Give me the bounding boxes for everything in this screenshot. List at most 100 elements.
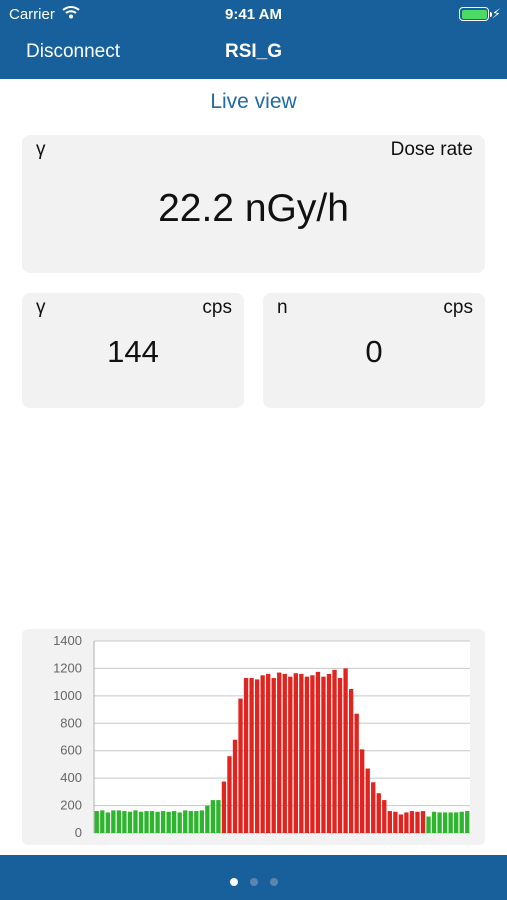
bar — [398, 814, 404, 833]
bar — [332, 669, 337, 833]
neutron-label: n — [277, 297, 288, 318]
bar — [111, 810, 116, 833]
bar — [243, 678, 249, 833]
page-dot[interactable] — [229, 878, 238, 886]
bar — [127, 811, 133, 833]
bar — [315, 671, 321, 833]
y-tick-label: 1400 — [53, 633, 82, 648]
status-bar: Carrier 9:41 AM ⚡ — [0, 0, 507, 28]
bar — [144, 811, 149, 833]
y-tick-label: 200 — [60, 798, 82, 813]
bar — [454, 812, 459, 833]
bar — [188, 811, 193, 833]
bar — [100, 810, 105, 833]
bar — [465, 811, 470, 833]
bar — [172, 811, 177, 833]
y-tick-label: 800 — [60, 715, 82, 730]
top-bar: Carrier 9:41 AM ⚡ Disconnect RSI_G — [0, 0, 507, 79]
gamma-cps-value: 144 — [107, 334, 159, 369]
bar — [337, 678, 343, 833]
neutron-cps-value: 0 — [365, 334, 383, 369]
bar — [271, 678, 276, 833]
bar — [122, 811, 127, 833]
charging-icon: ⚡ — [491, 6, 501, 21]
plot-area — [94, 641, 470, 833]
y-tick-label: 1200 — [53, 660, 82, 675]
bar — [299, 673, 304, 833]
bar — [227, 756, 232, 833]
y-tick-label: 600 — [60, 743, 82, 758]
bar — [360, 749, 365, 833]
bottom-bar — [0, 855, 507, 900]
bar — [116, 810, 122, 833]
y-tick-label: 0 — [75, 825, 82, 840]
bar — [431, 811, 437, 833]
neutron-cps-card: n cps 0 — [263, 293, 485, 408]
bar — [437, 812, 442, 833]
bar — [199, 810, 204, 833]
bar — [288, 676, 293, 833]
bar — [293, 673, 298, 833]
page-dot[interactable] — [249, 878, 258, 886]
bar — [343, 668, 348, 833]
bar — [415, 811, 420, 833]
bar — [448, 812, 453, 833]
bar — [216, 800, 221, 833]
bar — [266, 673, 271, 833]
bar — [133, 810, 138, 833]
bar — [260, 675, 265, 833]
bar — [371, 782, 376, 833]
view-title: Live view — [210, 90, 297, 113]
bar — [282, 673, 287, 833]
bar — [409, 811, 415, 833]
bar — [210, 800, 216, 833]
bar — [105, 812, 110, 833]
battery-icon — [459, 7, 492, 21]
bar — [149, 811, 155, 833]
bar — [138, 811, 144, 833]
bar — [183, 810, 188, 833]
bar — [404, 812, 409, 833]
spectrum-chart: 0 200 400 600 800 1000 1200 1400 — [22, 629, 485, 845]
bar — [205, 805, 210, 833]
bar — [354, 713, 359, 833]
bar — [249, 678, 254, 833]
bar — [365, 768, 370, 833]
bar — [321, 676, 326, 833]
bar — [304, 676, 310, 833]
dose-rate-value: 22.2 nGy/h — [158, 187, 349, 230]
bar — [94, 811, 99, 833]
bar — [238, 698, 243, 833]
bar — [221, 781, 227, 833]
bar — [442, 812, 448, 833]
bar — [194, 811, 199, 833]
y-tick-label: 1000 — [53, 688, 82, 703]
bar — [254, 679, 260, 833]
cps-label: cps — [443, 297, 473, 318]
bar — [348, 689, 354, 833]
bar — [160, 811, 166, 833]
gamma-cps-card: γ cps 144 — [22, 293, 244, 408]
cps-label: cps — [202, 297, 232, 318]
bar — [277, 672, 282, 833]
bar — [155, 811, 160, 833]
bar — [420, 811, 426, 833]
bar — [177, 812, 182, 833]
bar — [310, 675, 315, 833]
nav-title: RSI_G — [224, 41, 283, 62]
bar — [232, 739, 238, 833]
page-indicator[interactable] — [0, 873, 507, 891]
bar — [376, 793, 381, 833]
gamma-label: γ — [36, 297, 46, 318]
clock: 9:41 AM — [225, 6, 282, 23]
dose-rate-card: γ Dose rate 22.2 nGy/h — [22, 135, 485, 273]
bar — [393, 811, 398, 833]
spectrum-chart-svg: 0 200 400 600 800 1000 1200 1400 — [53, 633, 470, 840]
navigation-bar: Disconnect RSI_G — [0, 30, 507, 74]
bar — [382, 800, 387, 833]
dose-rate-label: Dose rate — [390, 139, 473, 160]
page-dot[interactable] — [269, 878, 278, 886]
bar — [426, 816, 431, 833]
gamma-label: γ — [36, 139, 46, 160]
bar — [459, 811, 464, 833]
